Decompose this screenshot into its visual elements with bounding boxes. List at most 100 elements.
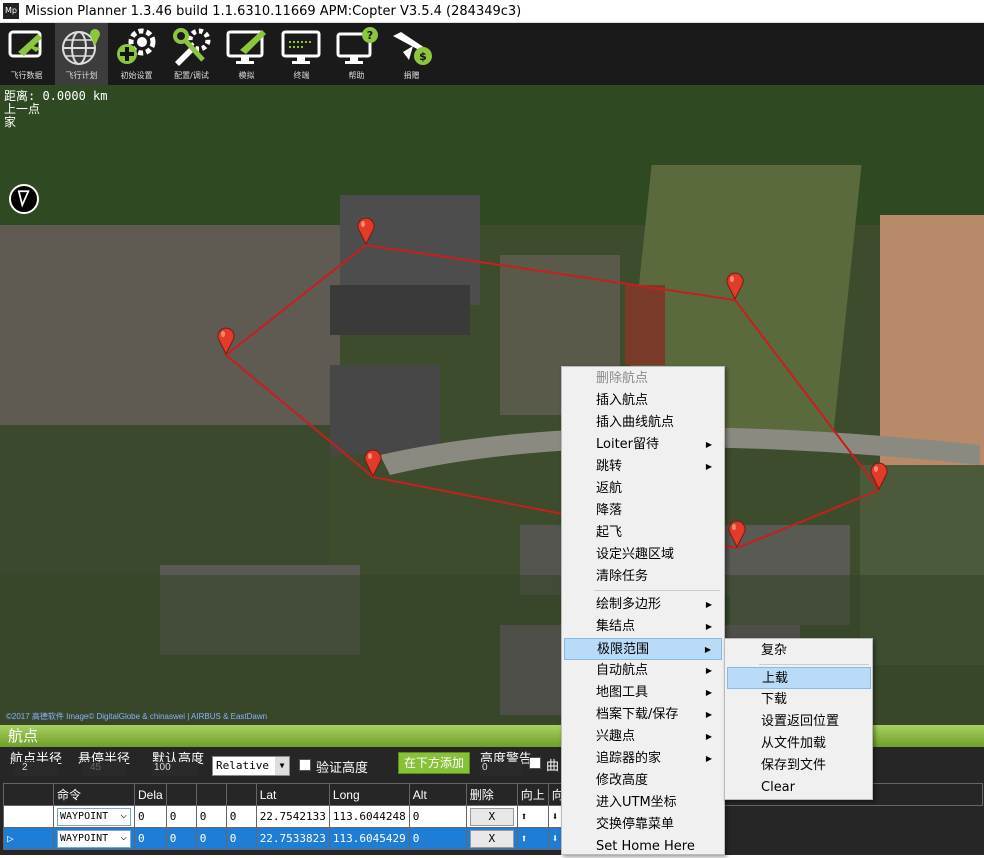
delete-cell[interactable]: X [465,805,518,828]
context-menu-item[interactable]: 集结点 ▶ [564,616,722,638]
context-menu-item[interactable]: 极限范围 ▶ [564,638,722,660]
param2-cell[interactable]: 0 [165,805,197,828]
toolbar-label: 帮助 [348,71,365,80]
add-below-button[interactable]: 在下方添加 [398,752,470,774]
col-param4[interactable] [225,783,257,806]
fence-submenu-item[interactable]: 保存到文件 [727,755,871,777]
lat-cell[interactable]: 22.7542133 [255,805,330,828]
context-menu-item[interactable]: 降落 [564,500,722,522]
command-cell[interactable]: WAYPOINT [53,827,135,850]
col-command[interactable]: 命令 [53,783,135,806]
toolbar-simulation-button[interactable]: 模拟 [220,23,273,85]
context-menu-item-label: 追踪器的家 [596,751,662,766]
loiter-radius-input[interactable]: 45 [82,762,126,776]
command-select[interactable]: WAYPOINT [57,807,131,826]
context-menu-item[interactable]: 设定兴趣区域 [564,544,722,566]
toolbar-donate-button[interactable]: $ 捐赠 [385,23,438,85]
verify-height-checkbox[interactable] [299,759,311,771]
curve-checkbox[interactable] [529,757,541,769]
fence-submenu-item[interactable]: Clear [727,777,871,799]
col-alt[interactable]: Alt [408,783,467,806]
context-menu-item-label: Loiter留待 [596,437,660,452]
delete-button[interactable]: X [469,829,514,848]
param1-cell[interactable]: 0 [134,805,167,828]
param2-cell[interactable]: 0 [165,827,197,850]
toolbar-label: 飞行计划 [65,71,98,80]
context-menu-item[interactable]: 进入UTM坐标 [564,792,722,814]
toolbar-terminal-button[interactable]: 终端 [275,23,328,85]
context-menu-item[interactable]: 修改高度 [564,770,722,792]
context-menu-item[interactable]: 插入曲线航点 [564,412,722,434]
alt-mode-value: Relative [216,759,269,772]
context-menu-item[interactable]: 清除任务 [564,566,722,588]
context-menu-item[interactable]: 插入航点 [564,390,722,412]
context-menu-item[interactable]: 交换停靠菜单 [564,814,722,836]
up-arrow-icon: ⬆ [520,810,528,823]
row-header[interactable]: ▷ [3,827,54,850]
context-menu-item-label: 绘制多边形 [596,597,662,612]
move-up-button[interactable]: ⬆ [516,827,549,850]
alt-cell[interactable]: 0 [408,805,467,828]
delete-button[interactable]: X [469,807,514,826]
toolbar-config-tuning-button[interactable]: 配置/调试 [165,23,218,85]
wp-radius-input[interactable]: 2 [14,762,58,776]
context-menu-item[interactable]: 地图工具 ▶ [564,682,722,704]
delete-cell[interactable]: X [465,827,518,850]
col-lat[interactable]: Lat [255,783,330,806]
context-menu-item[interactable]: 跳转 ▶ [564,456,722,478]
waypoint-marker-icon[interactable] [870,462,888,491]
col-delay[interactable]: Dela [134,783,167,806]
context-menu-item-label: 地图工具 [596,685,649,700]
alt-mode-select[interactable]: Relative ▼ [212,756,290,776]
param3-cell[interactable]: 0 [195,827,227,850]
toolbar-flight-plan-button[interactable]: 飞行计划 [55,23,108,85]
toolbar-flight-data-button[interactable]: 飞行数据 [0,23,53,85]
waypoint-marker-icon[interactable] [357,217,375,246]
long-cell[interactable]: 113.6045429 [328,827,410,850]
col-delete[interactable]: 删除 [465,783,518,806]
waypoint-marker-icon[interactable] [217,327,235,356]
context-menu-item[interactable]: 追踪器的家 ▶ [564,748,722,770]
move-up-button[interactable]: ⬆ [516,805,549,828]
context-menu-item[interactable]: 档案下载/保存 ▶ [564,704,722,726]
context-menu-item[interactable]: 起飞 [564,522,722,544]
waypoint-marker-icon[interactable] [728,520,746,549]
fence-submenu-item[interactable]: 设置返回位置 [727,711,871,733]
command-cell[interactable]: WAYPOINT [53,805,135,828]
fence-submenu: 复杂上载 下载 设置返回位置 从文件加载 保存到文件 Clear [724,638,873,800]
alt-cell[interactable]: 0 [408,827,467,850]
col-long[interactable]: Long [328,783,410,806]
default-alt-input[interactable]: 100 [152,762,198,776]
waypoint-marker-icon[interactable] [726,272,744,301]
lat-cell[interactable]: 22.7533823 [255,827,330,850]
context-menu-item[interactable]: 绘制多边形 ▶ [564,594,722,616]
param4-cell[interactable]: 0 [225,805,257,828]
command-select[interactable]: WAYPOINT [57,829,131,848]
waypoint-marker-icon[interactable] [364,449,382,478]
long-cell[interactable]: 113.6044248 [328,805,410,828]
fence-submenu-item[interactable]: 复杂 [727,640,871,662]
row-header[interactable] [3,805,54,828]
alt-warning-input[interactable]: 0 [480,762,522,776]
col-param3[interactable] [195,783,227,806]
param3-cell[interactable]: 0 [195,805,227,828]
context-menu-item[interactable]: Loiter留待 ▶ [564,434,722,456]
satellite-map[interactable]: 距离: 0.0000 km 上一点 家 ©2017 高德软件 Image© Di… [0,85,984,725]
col-param2[interactable] [165,783,197,806]
param1-cell[interactable]: 0 [134,827,167,850]
context-menu-item[interactable]: 返航 [564,478,722,500]
table-row[interactable]: ▷ WAYPOINT 0 0 0 0 22.7533823 113.604542… [3,827,983,850]
col-up[interactable]: 向上 [516,783,549,806]
fence-submenu-item[interactable]: 下载 [727,689,871,711]
context-menu-item[interactable]: 兴趣点 ▶ [564,726,722,748]
context-menu-item-label: 自动航点 [596,663,649,678]
param4-cell[interactable]: 0 [225,827,257,850]
fence-submenu-item[interactable]: 上载 [727,667,871,689]
table-row[interactable]: WAYPOINT 0 0 0 0 22.7542133 113.6044248 … [3,805,983,828]
submenu-arrow-icon: ▶ [705,462,712,471]
home-label: 家 [4,115,17,129]
toolbar-initial-setup-button[interactable]: 初始设置 [110,23,163,85]
toolbar-help-button[interactable]: ? 帮助 [330,23,383,85]
context-menu-item[interactable]: 自动航点 ▶ [564,660,722,682]
fence-submenu-item[interactable]: 从文件加载 [727,733,871,755]
